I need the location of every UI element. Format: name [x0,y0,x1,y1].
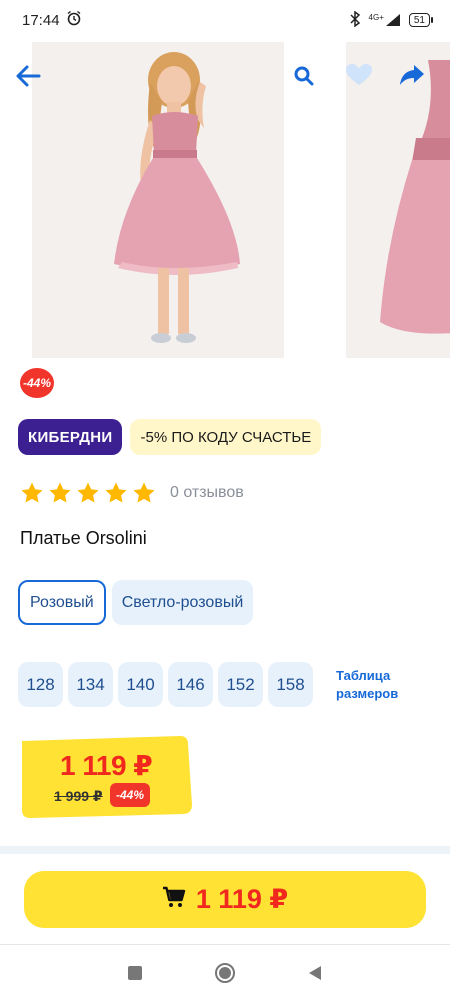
product-gallery[interactable] [0,42,450,360]
girl-in-pink-dress-photo[interactable] [32,42,284,358]
product-title: Платье Orsolini [20,528,147,548]
size-option[interactable]: 128 [18,662,63,707]
color-selector: Розовый Светло-розовый [18,580,254,625]
share-icon[interactable] [398,62,426,88]
promo-brand-badge[interactable]: КИБЕРДНИ [18,419,123,455]
size-option[interactable]: 158 [268,662,313,707]
reviews-count[interactable]: 0 отзывов [170,484,244,502]
bluetooth-icon [349,10,361,30]
price-old: 1 999 ₽ [54,788,103,804]
rating[interactable]: 0 отзывов [20,481,244,505]
alarm-icon [66,10,82,30]
search-icon[interactable] [292,64,316,88]
size-option[interactable]: 146 [168,662,213,707]
add-to-cart-button[interactable]: 1 119 ₽ [24,871,426,928]
battery-icon: 51 [408,13,434,27]
cart-icon [162,884,186,915]
recents-square-icon[interactable] [123,961,147,985]
color-option[interactable]: Розовый [18,580,106,625]
star-icon [133,482,155,503]
size-selector: 128 134 140 146 152 158 Таблица размеров [18,662,416,707]
star-icon [77,482,99,503]
pink-dress-closeup-photo[interactable] [346,42,450,358]
size-option[interactable]: 152 [218,662,263,707]
discount-badge: -44% [20,368,54,398]
status-bar: 17:44 4G+ 51 [0,0,450,40]
promo-code-badge[interactable]: -5% ПО КОДУ СЧАСТЬЕ [130,419,322,455]
section-divider [0,846,450,854]
buy-button-price: 1 119 ₽ [195,884,289,914]
star-icon [49,482,71,503]
star-icon [21,482,43,503]
price-discount-badge: -44% [110,783,151,807]
price-tag: 1 119 ₽ 1 999 ₽ -44% [18,735,193,819]
star-icon [105,482,127,503]
price-current: 1 119 ₽ [60,750,153,781]
battery-level: 51 [413,14,425,26]
signal-icon: 4G+ [369,13,401,27]
back-triangle-icon[interactable] [303,961,327,985]
status-time: 17:44 [22,11,60,29]
home-circle-icon[interactable] [213,961,237,985]
back-arrow-icon[interactable] [14,62,42,90]
network-label: 4G+ [368,13,384,22]
promo-row: КИБЕРДНИ -5% ПО КОДУ СЧАСТЬЕ [18,419,322,455]
system-nav-bar [0,945,450,1000]
size-option[interactable]: 134 [68,662,113,707]
heart-icon[interactable] [344,62,374,88]
size-option[interactable]: 140 [118,662,163,707]
rating-stars [20,481,156,505]
size-table-link[interactable]: Таблица размеров [336,667,416,703]
color-option[interactable]: Светло-розовый [111,580,254,625]
